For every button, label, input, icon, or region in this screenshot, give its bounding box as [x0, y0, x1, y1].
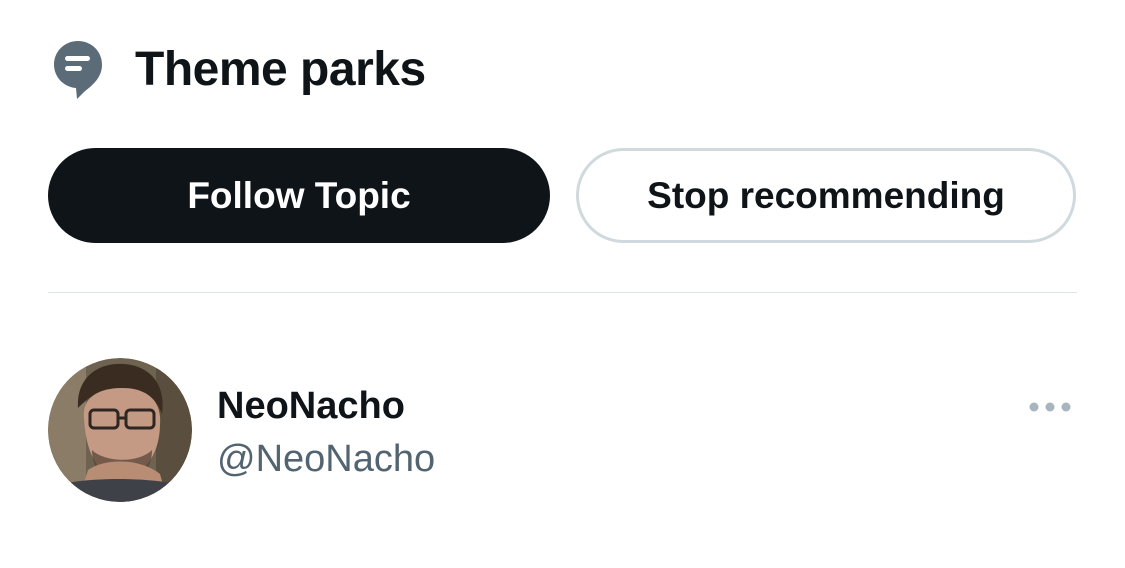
stop-recommending-button[interactable]: Stop recommending	[576, 148, 1076, 243]
topic-title: Theme parks	[135, 43, 426, 96]
user-display-name[interactable]: NeoNacho	[217, 382, 405, 430]
follow-topic-button[interactable]: Follow Topic	[48, 148, 550, 243]
more-options-button[interactable]	[1024, 390, 1076, 424]
divider	[48, 292, 1077, 293]
topic-icon	[54, 41, 102, 99]
avatar[interactable]	[48, 358, 192, 502]
topic-header: Theme parks	[52, 38, 426, 102]
user-handle[interactable]: @NeoNacho	[217, 435, 435, 483]
more-icon	[1029, 402, 1071, 412]
